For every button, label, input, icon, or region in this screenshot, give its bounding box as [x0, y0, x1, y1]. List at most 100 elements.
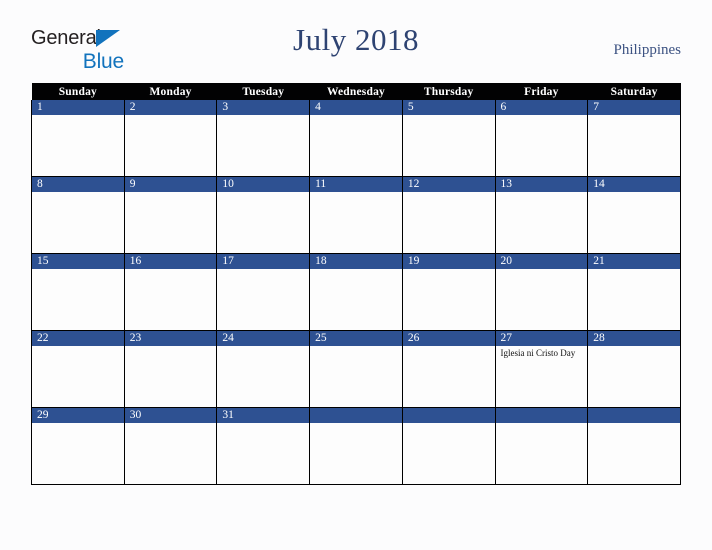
calendar-day-cell[interactable]: 13 — [494, 176, 589, 254]
calendar-day-cell[interactable]: 27 Iglesia ni Cristo Day — [494, 330, 589, 408]
day-number: 21 — [588, 254, 680, 269]
calendar-day-cell[interactable]: 8 — [31, 176, 125, 254]
calendar-day-cell[interactable]: 9 — [123, 176, 218, 254]
calendar-day-cell[interactable]: 18 — [309, 253, 403, 331]
day-number: 31 — [217, 408, 310, 423]
day-number: 24 — [217, 331, 310, 346]
calendar-day-cell[interactable]: 14 — [587, 176, 681, 254]
calendar-day-cell[interactable]: 19 — [401, 253, 496, 331]
weekday-header-sunday: Sunday — [31, 83, 125, 100]
day-cell-content: 18 — [310, 254, 402, 330]
day-events — [310, 423, 402, 425]
day-cell-content: 1 — [32, 100, 124, 176]
day-number: 29 — [32, 408, 124, 423]
calendar-head: Sunday Monday Tuesday Wednesday Thursday… — [31, 83, 681, 100]
day-cell-content: 12 — [402, 177, 495, 253]
day-number: 15 — [32, 254, 124, 269]
day-cell-content — [402, 408, 495, 484]
calendar-day-cell[interactable]: 2 — [123, 100, 218, 177]
weekday-header-wednesday: Wednesday — [309, 83, 403, 100]
day-cell-content: 16 — [124, 254, 217, 330]
calendar-day-cell[interactable]: 3 — [216, 100, 311, 177]
day-number: 6 — [495, 100, 588, 115]
day-cell-content: 11 — [310, 177, 402, 253]
day-cell-content: 24 — [217, 331, 310, 407]
calendar-day-cell[interactable]: 15 — [31, 253, 125, 331]
day-number: 11 — [310, 177, 402, 192]
day-number: 20 — [495, 254, 588, 269]
day-cell-content — [310, 408, 402, 484]
day-number: 2 — [124, 100, 217, 115]
event-label: Iglesia ni Cristo Day — [500, 348, 576, 358]
day-number: 23 — [124, 331, 217, 346]
calendar-day-cell[interactable]: 26 — [401, 330, 496, 408]
day-number — [495, 408, 588, 423]
calendar-day-cell[interactable]: 22 — [31, 330, 125, 408]
day-events — [32, 115, 124, 117]
day-number: 28 — [588, 331, 680, 346]
day-cell-content: 19 — [402, 254, 495, 330]
day-number: 26 — [402, 331, 495, 346]
day-cell-content: 23 — [124, 331, 217, 407]
calendar-day-cell[interactable]: 25 — [309, 330, 403, 408]
day-cell-content: 20 — [495, 254, 588, 330]
day-cell-content: 26 — [402, 331, 495, 407]
day-events — [125, 115, 217, 117]
day-events — [403, 269, 495, 271]
day-number: 8 — [32, 177, 124, 192]
day-events — [403, 192, 495, 194]
day-number — [402, 408, 495, 423]
day-cell-content: 9 — [124, 177, 217, 253]
day-events: Iglesia ni Cristo Day — [496, 346, 588, 359]
day-cell-content — [495, 408, 588, 484]
calendar-day-cell[interactable]: 12 — [401, 176, 496, 254]
day-events — [217, 423, 309, 425]
calendar-day-cell[interactable]: 10 — [216, 176, 311, 254]
day-cell-content: 13 — [495, 177, 588, 253]
calendar-day-cell[interactable]: 5 — [401, 100, 496, 177]
weekday-header-monday: Monday — [124, 83, 217, 100]
page-title: July 2018 — [293, 22, 419, 57]
calendar-day-cell[interactable]: 21 — [587, 253, 681, 331]
day-cell-content: 28 — [588, 331, 680, 407]
day-number: 17 — [217, 254, 310, 269]
calendar-day-cell[interactable]: 6 — [494, 100, 589, 177]
page-header: General Blue July 2018 Philippines — [0, 22, 712, 74]
calendar-week-row: 1234567 — [31, 100, 681, 177]
calendar-day-cell[interactable]: 23 — [123, 330, 218, 408]
day-events — [403, 115, 495, 117]
calendar-day-cell[interactable]: 4 — [309, 100, 403, 177]
calendar-page: General Blue July 2018 Philippines Sunda… — [0, 0, 712, 550]
day-number — [310, 408, 402, 423]
day-events — [310, 269, 402, 271]
calendar-day-cell[interactable]: 1 — [31, 100, 125, 177]
day-events — [496, 192, 588, 194]
calendar-day-cell[interactable] — [309, 407, 403, 485]
day-cell-content: 25 — [310, 331, 402, 407]
day-number: 30 — [124, 408, 217, 423]
day-cell-content: 27 Iglesia ni Cristo Day — [495, 331, 588, 407]
calendar-day-cell[interactable]: 29 — [31, 407, 125, 485]
day-cell-content: 14 — [588, 177, 680, 253]
day-events — [588, 269, 680, 271]
day-number: 16 — [124, 254, 217, 269]
calendar-day-cell[interactable]: 31 — [216, 407, 311, 485]
calendar-day-cell[interactable]: 20 — [494, 253, 589, 331]
day-cell-content: 6 — [495, 100, 588, 176]
day-events — [32, 192, 124, 194]
calendar-day-cell[interactable]: 16 — [123, 253, 218, 331]
calendar-day-cell[interactable]: 30 — [123, 407, 218, 485]
calendar-day-cell[interactable]: 24 — [216, 330, 311, 408]
day-cell-content: 21 — [588, 254, 680, 330]
calendar-day-cell[interactable]: 28 — [587, 330, 681, 408]
calendar-day-cell[interactable]: 7 — [587, 100, 681, 177]
calendar-week-row: 22 23 24 25 26 27 Iglesia ni Cristo Day 28 — [31, 330, 681, 408]
day-events — [588, 423, 680, 425]
day-events — [310, 192, 402, 194]
calendar-day-cell[interactable] — [401, 407, 496, 485]
calendar-day-cell[interactable]: 11 — [309, 176, 403, 254]
calendar-day-cell[interactable] — [587, 407, 681, 485]
calendar-day-cell[interactable]: 17 — [216, 253, 311, 331]
day-cell-content: 22 — [32, 331, 124, 407]
calendar-day-cell[interactable] — [494, 407, 589, 485]
